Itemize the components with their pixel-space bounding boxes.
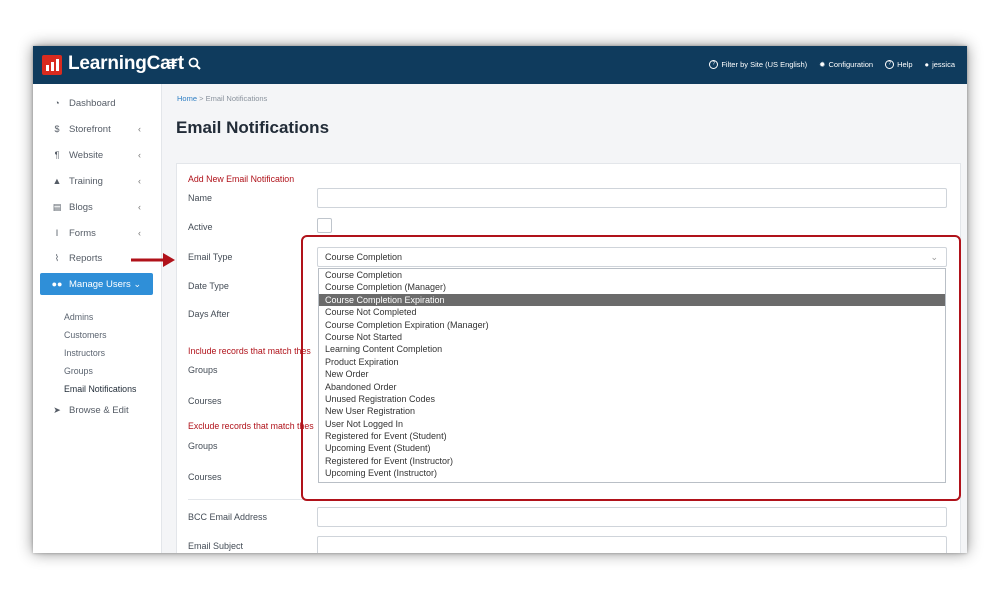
chevron-left-icon: ‹ [138, 228, 141, 238]
dashboard-icon: ◔ [54, 98, 60, 108]
dollar-icon: $ [54, 124, 60, 134]
sidebar-item-label: Manage Users [69, 278, 131, 290]
help-label: Help [897, 60, 913, 69]
email-type-label: Email Type [188, 252, 233, 262]
newspaper-icon: ▤ [52, 201, 62, 212]
sidebar-item-label: Blogs [69, 201, 93, 213]
section-include-heading: Include records that match thes [188, 346, 311, 356]
page-title: Email Notifications [176, 118, 330, 137]
sidebar-item-label: Dashboard [69, 97, 116, 109]
sidebar-subitem-groups[interactable]: Groups [64, 366, 93, 376]
breadcrumb-home-link[interactable]: Home [177, 94, 197, 103]
users-icon: ●● [51, 279, 63, 289]
annotation-highlight-box [301, 235, 961, 501]
sidebar-item-dashboard[interactable]: ◔ Dashboard [40, 92, 153, 114]
pointer-icon: ➤ [53, 404, 61, 415]
user-menu[interactable]: ● jessica [925, 60, 955, 69]
brand-name: LearningCart [68, 53, 184, 74]
groups-label: Groups [188, 365, 218, 375]
name-input[interactable] [317, 188, 947, 208]
hamburger-menu-icon[interactable]: ≡ [168, 55, 177, 73]
search-icon[interactable] [188, 57, 201, 70]
exclude-courses-label: Courses [188, 472, 222, 482]
sidebar-item-website[interactable]: ¶ Website ‹ [40, 144, 153, 166]
configuration-link[interactable]: ✹ Configuration [819, 60, 873, 69]
sidebar-item-storefront[interactable]: $ Storefront ‹ [40, 118, 153, 140]
breadcrumb: Home > Email Notifications [177, 94, 267, 103]
graduation-cap-icon: ▲ [52, 176, 62, 186]
sidebar-subitem-customers[interactable]: Customers [64, 330, 107, 340]
sidebar-subitem-email-notifications[interactable]: Email Notifications [64, 384, 136, 394]
section-exclude-heading: Exclude records that match thes [188, 421, 314, 431]
breadcrumb-current: Email Notifications [205, 94, 268, 103]
email-subject-input[interactable] [317, 536, 947, 553]
chevron-left-icon: ‹ [138, 124, 141, 134]
top-bar: LearningCart ≡ ? Filter by Site (US Engl… [33, 46, 967, 84]
sidebar-item-label: Storefront [69, 123, 111, 135]
help-circle-icon: ? [885, 60, 895, 69]
filter-by-site-link[interactable]: ? Filter by Site (US English) [709, 60, 807, 69]
sidebar-item-label: Browse & Edit [69, 404, 129, 416]
sidebar-item-label: Reports [69, 252, 103, 264]
active-checkbox[interactable] [317, 218, 332, 233]
chevron-left-icon: ‹ [138, 176, 141, 186]
bcc-input[interactable] [317, 507, 947, 527]
breadcrumb-separator: > [199, 94, 204, 103]
sidebar-subitem-admins[interactable]: Admins [64, 312, 93, 322]
user-label: jessica [932, 60, 955, 69]
help-link[interactable]: ? Help [885, 60, 913, 69]
logo-icon [42, 55, 62, 75]
sidebar-item-browse-edit[interactable]: ➤ Browse & Edit [40, 399, 153, 421]
sidebar-item-blogs[interactable]: ▤ Blogs ‹ [40, 196, 153, 218]
date-type-label: Date Type [188, 281, 229, 291]
top-nav: ? Filter by Site (US English) ✹ Configur… [709, 60, 955, 69]
sidebar-subitem-instructors[interactable]: Instructors [64, 348, 105, 358]
question-circle-icon: ? [709, 60, 719, 69]
sidebar: ◔ Dashboard $ Storefront ‹ ¶ Website ‹ ▲… [33, 84, 162, 553]
sidebar-item-label: Forms [69, 227, 96, 239]
courses-label: Courses [188, 396, 222, 406]
sidebar-item-manage-users[interactable]: ●● Manage Users ⌄ [40, 273, 153, 295]
sidebar-item-forms[interactable]: I Forms ‹ [40, 222, 153, 244]
sidebar-item-label: Website [69, 149, 104, 161]
paragraph-icon: ¶ [54, 150, 60, 160]
chevron-left-icon: ‹ [138, 150, 141, 160]
name-label: Name [188, 193, 213, 203]
section-add-heading: Add New Email Notification [188, 174, 295, 184]
chevron-down-icon: ⌄ [133, 278, 141, 289]
configuration-label: Configuration [828, 60, 874, 69]
active-label: Active [188, 222, 213, 232]
filter-label: Filter by Site (US English) [721, 60, 808, 69]
exclude-groups-label: Groups [188, 441, 218, 451]
gear-icon: ✹ [819, 60, 826, 69]
user-icon: ● [924, 60, 930, 69]
email-subject-label: Email Subject [188, 541, 244, 551]
sidebar-item-label: Training [69, 175, 103, 187]
sidebar-item-training[interactable]: ▲ Training ‹ [40, 170, 153, 192]
line-chart-icon: ⌇ [54, 252, 60, 263]
annotation-arrow-icon [131, 253, 175, 267]
days-after-label: Days After [188, 309, 230, 319]
chevron-left-icon: ‹ [138, 202, 141, 212]
text-cursor-icon: I [55, 228, 59, 238]
bcc-label: BCC Email Address [188, 512, 268, 522]
